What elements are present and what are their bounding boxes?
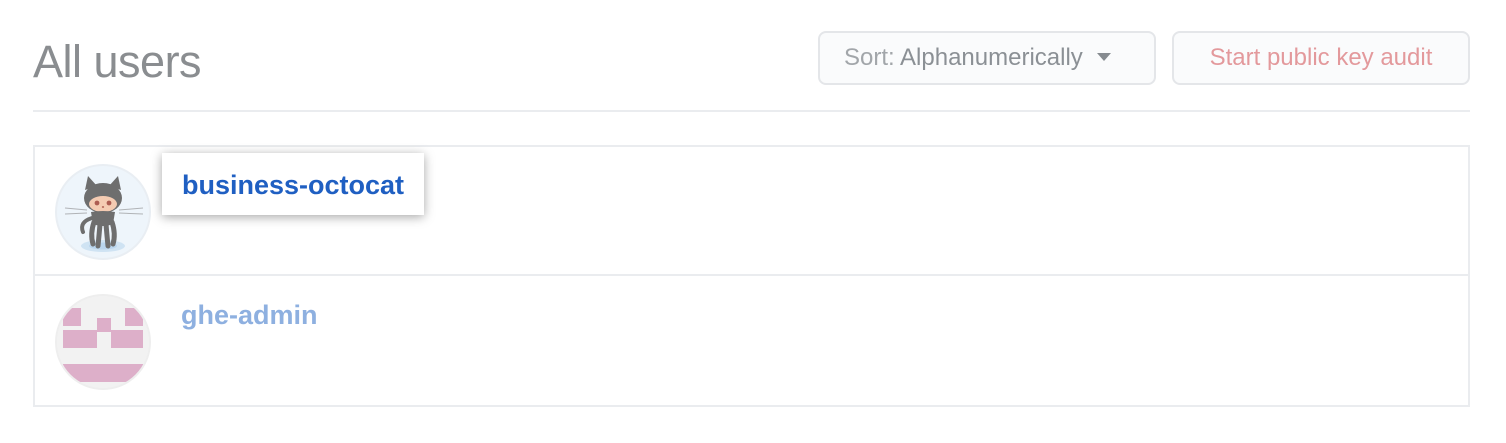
username-link[interactable]: ghe-admin (181, 299, 318, 331)
start-public-key-audit-button[interactable]: Start public key audit (1172, 31, 1470, 85)
sort-value: Alphanumerically (900, 44, 1083, 71)
caret-down-icon (1097, 53, 1112, 62)
identicon-icon (57, 296, 149, 388)
user-row: ghe-admin (35, 277, 1468, 406)
username-link[interactable]: business-octocat (162, 153, 425, 215)
page-title: All users (33, 36, 202, 87)
sort-label: Sort: (844, 44, 895, 71)
all-users-page: All users Sort: Alphanumerically Start p… (0, 0, 1506, 443)
sort-dropdown-button[interactable]: Sort: Alphanumerically (818, 31, 1156, 85)
identicon-avatar[interactable] (55, 294, 151, 390)
user-list: business-octocat ghe-admin (33, 145, 1470, 407)
octocat-icon (64, 176, 144, 252)
user-row: business-octocat (35, 147, 1468, 276)
page-header: All users Sort: Alphanumerically Start p… (33, 28, 1470, 112)
octocat-avatar[interactable] (55, 164, 151, 260)
